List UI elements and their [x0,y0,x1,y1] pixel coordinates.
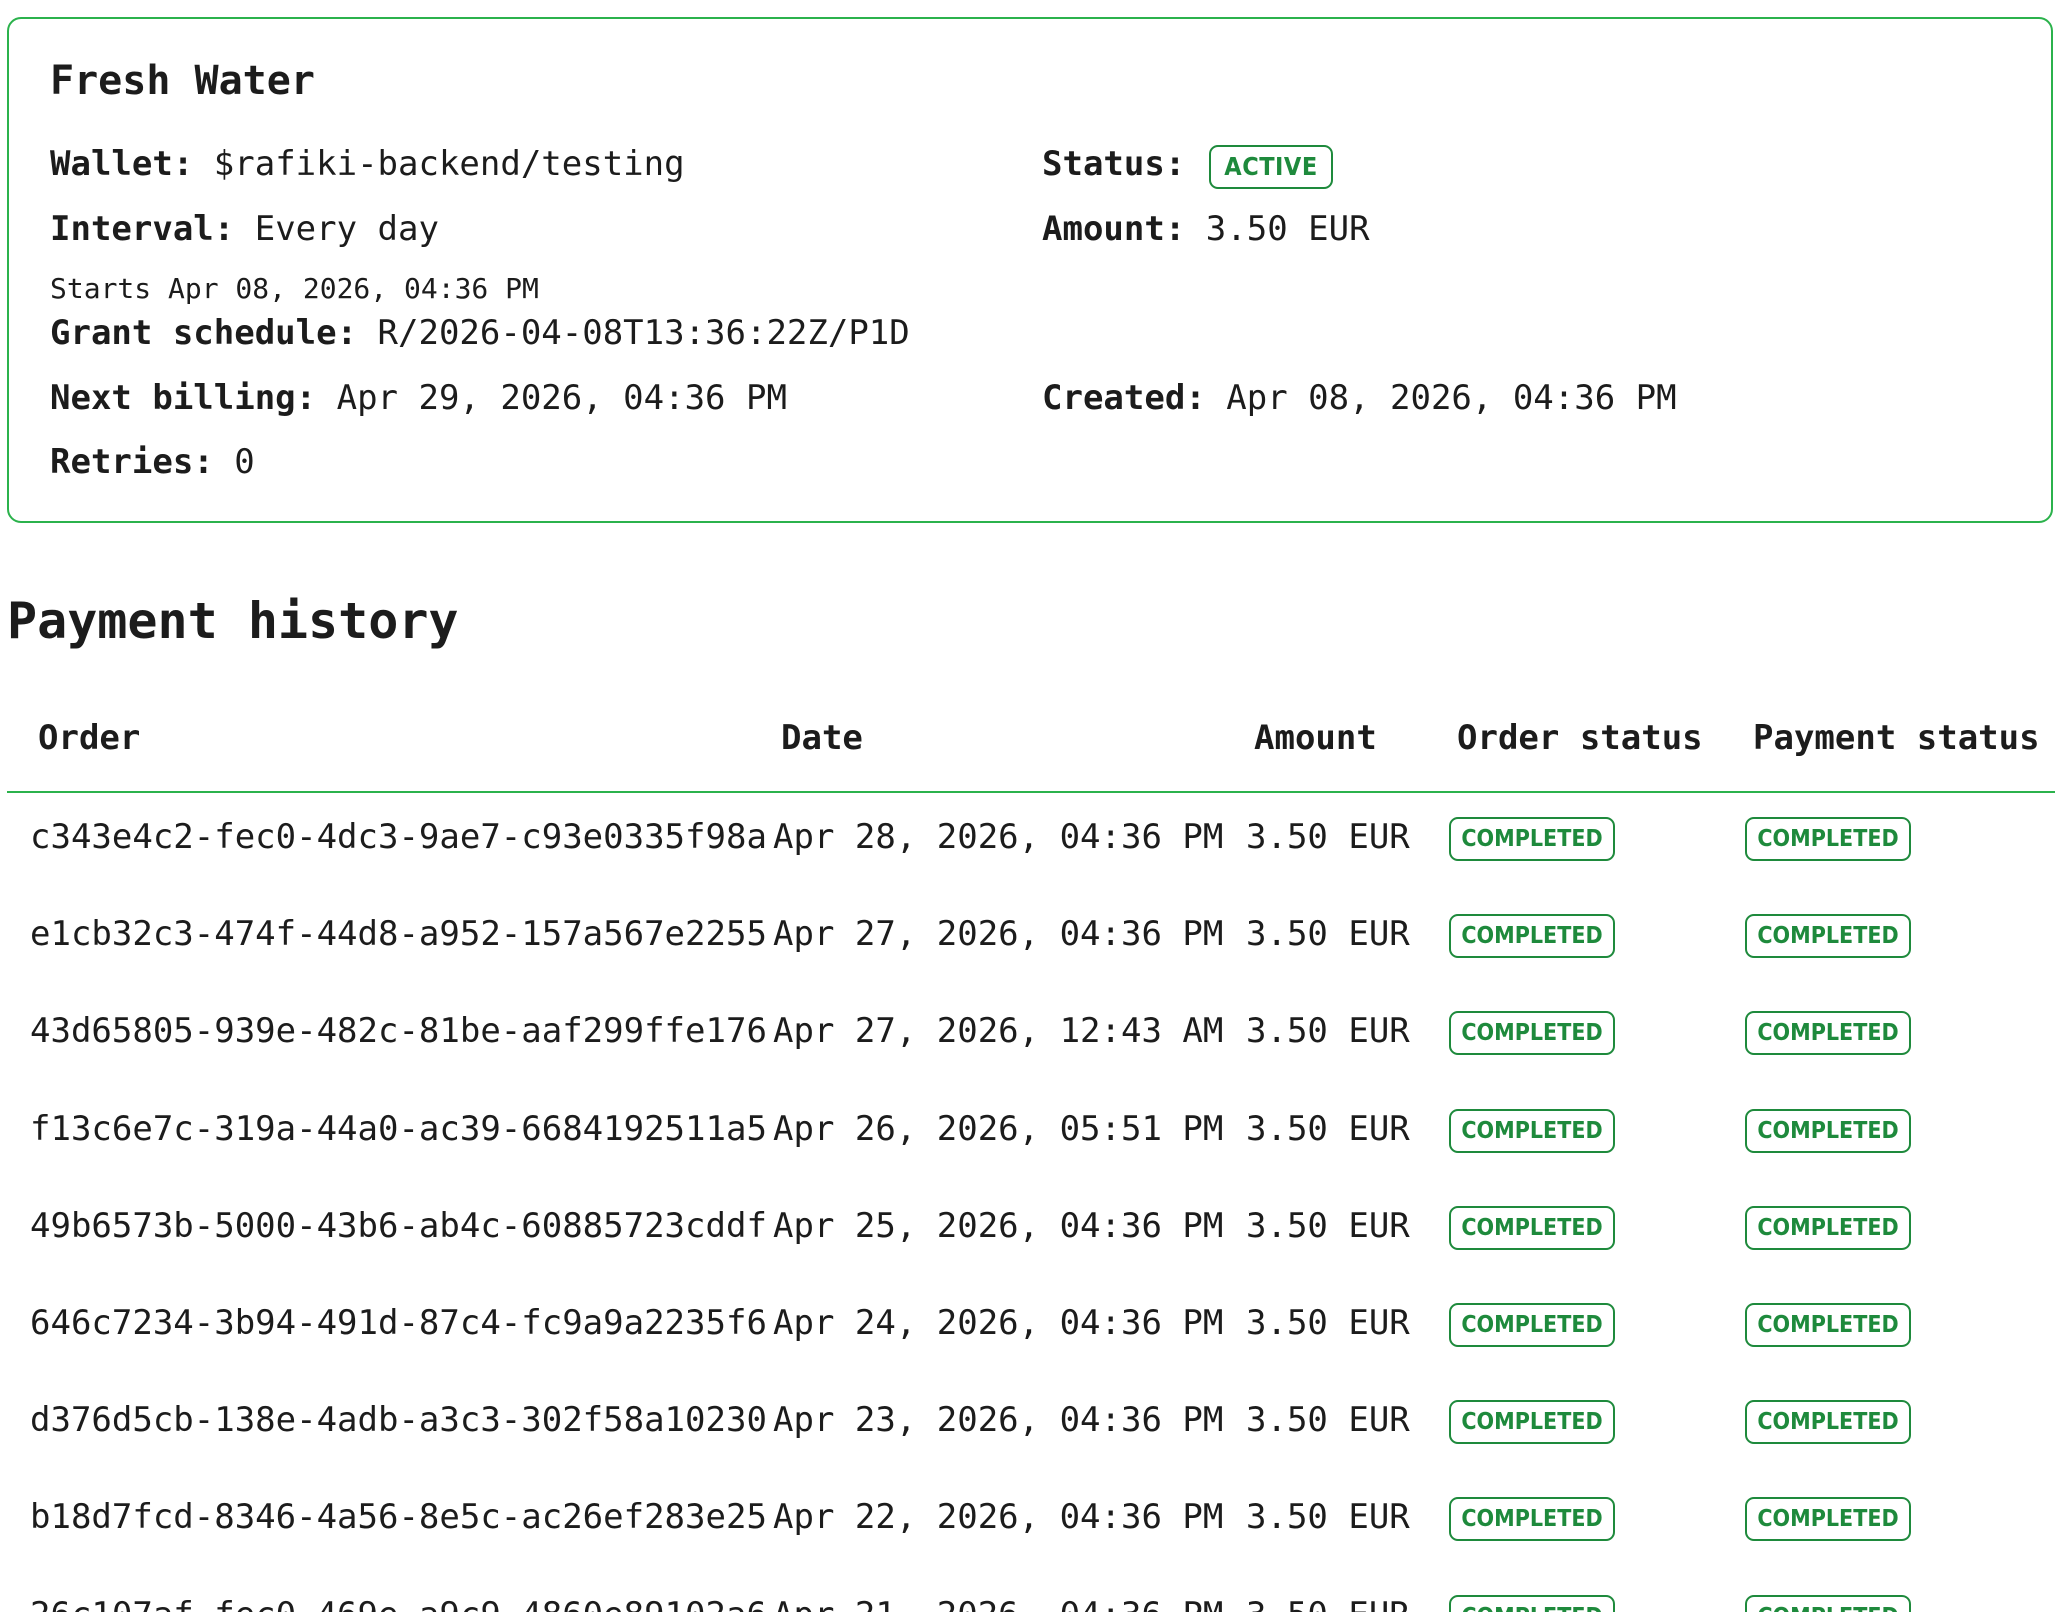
payment-date: Apr 27, 2026, 12:43 AM [773,1011,1224,1052]
payment-amount: 3.50 EUR [1246,1205,1410,1246]
table-row: 49b6573b-5000-43b6-ab4c-60885723cddf Apr … [0,1185,2066,1282]
payment-date: Apr 21, 2026, 04:36 PM [773,1598,1223,1612]
order-status-badge: COMPLETED [1449,1303,1615,1347]
table-row: d376d5cb-138e-4adb-a3c3-302f58a10230 Apr … [0,1379,2066,1476]
payment-date: Apr 22, 2026, 04:36 PM [773,1497,1224,1538]
payment-amount: 3.50 EUR [1246,1108,1410,1149]
payment-amount: 3.50 EUR [1246,1598,1410,1612]
payment-date: Apr 26, 2026, 05:51 PM [773,1108,1224,1149]
table-row: c343e4c2-fec0-4dc3-9ae7-c93e0335f98a Apr … [0,796,2066,893]
payment-status-badge: COMPLETED [1745,914,1911,959]
table-row: f13c6e7c-319a-44a0-ac39-6684192511a5 Apr … [0,1088,2066,1185]
payment-status-badge: COMPLETED [1745,1497,1911,1542]
payment-status-badge: COMPLETED [1745,817,1911,861]
order-id: e1cb32c3-474f-44d8-a952-157a567e2255 [30,914,767,955]
payment-date: Apr 25, 2026, 04:36 PM [773,1205,1224,1246]
order-status-badge: COMPLETED [1449,914,1615,959]
payment-date: Apr 28, 2026, 04:36 PM [773,817,1224,857]
order-id: 43d65805-939e-482c-81be-aaf299ffe176 [30,1011,767,1052]
order-id: 646c7234-3b94-491d-87c4-fc9a9a2235f6 [30,1303,767,1343]
order-status-badge: COMPLETED [1449,1497,1615,1542]
table-row: 26c107af-fec0-469e-a9c9-4860e89102a6 Apr … [0,1574,2066,1612]
payment-status-badge: COMPLETED [1745,1011,1911,1056]
table-row: 646c7234-3b94-491d-87c4-fc9a9a2235f6 Apr … [0,1282,2066,1379]
payment-amount: 3.50 EUR [1246,1011,1410,1052]
payment-amount: 3.50 EUR [1246,817,1410,857]
payment-status-badge: COMPLETED [1745,1594,1911,1612]
order-status-badge: COMPLETED [1449,1011,1615,1056]
order-status-badge: COMPLETED [1449,1594,1615,1612]
payment-status-badge: COMPLETED [1745,1205,1911,1250]
order-id: 26c107af-fec0-469e-a9c9-4860e89102a6 [30,1598,767,1612]
payment-amount: 3.50 EUR [1246,914,1410,955]
payment-status-badge: COMPLETED [1745,1303,1911,1347]
order-id: 49b6573b-5000-43b6-ab4c-60885723cddf [30,1205,767,1246]
payment-date: Apr 27, 2026, 04:36 PM [773,914,1224,955]
payment-amount: 3.50 EUR [1246,1497,1410,1538]
order-id: d376d5cb-138e-4adb-a3c3-302f58a10230 [30,1400,767,1441]
table-row: e1cb32c3-474f-44d8-a952-157a567e2255 Apr … [0,893,2066,990]
order-id: f13c6e7c-319a-44a0-ac39-6684192511a5 [30,1108,767,1149]
payment-date: Apr 23, 2026, 04:36 PM [773,1400,1224,1441]
table-body: c343e4c2-fec0-4dc3-9ae7-c93e0335f98a Apr … [0,0,2066,1612]
order-status-badge: COMPLETED [1449,817,1615,861]
order-id: b18d7fcd-8346-4a56-8e5c-ac26ef283e25 [30,1497,767,1538]
order-status-badge: COMPLETED [1449,1108,1615,1153]
payment-amount: 3.50 EUR [1246,1303,1410,1343]
payment-status-badge: COMPLETED [1745,1108,1911,1153]
table-row: 43d65805-939e-482c-81be-aaf299ffe176 Apr … [0,990,2066,1087]
order-status-badge: COMPLETED [1449,1205,1615,1250]
order-id: c343e4c2-fec0-4dc3-9ae7-c93e0335f98a [30,817,767,857]
order-status-badge: COMPLETED [1449,1400,1615,1445]
page: Fresh Water Wallet: $rafiki-backend/test… [0,0,2066,1612]
payment-status-badge: COMPLETED [1745,1400,1911,1445]
payment-date: Apr 24, 2026, 04:36 PM [773,1303,1224,1343]
table-row: b18d7fcd-8346-4a56-8e5c-ac26ef283e25 Apr … [0,1476,2066,1573]
payment-amount: 3.50 EUR [1246,1400,1410,1441]
